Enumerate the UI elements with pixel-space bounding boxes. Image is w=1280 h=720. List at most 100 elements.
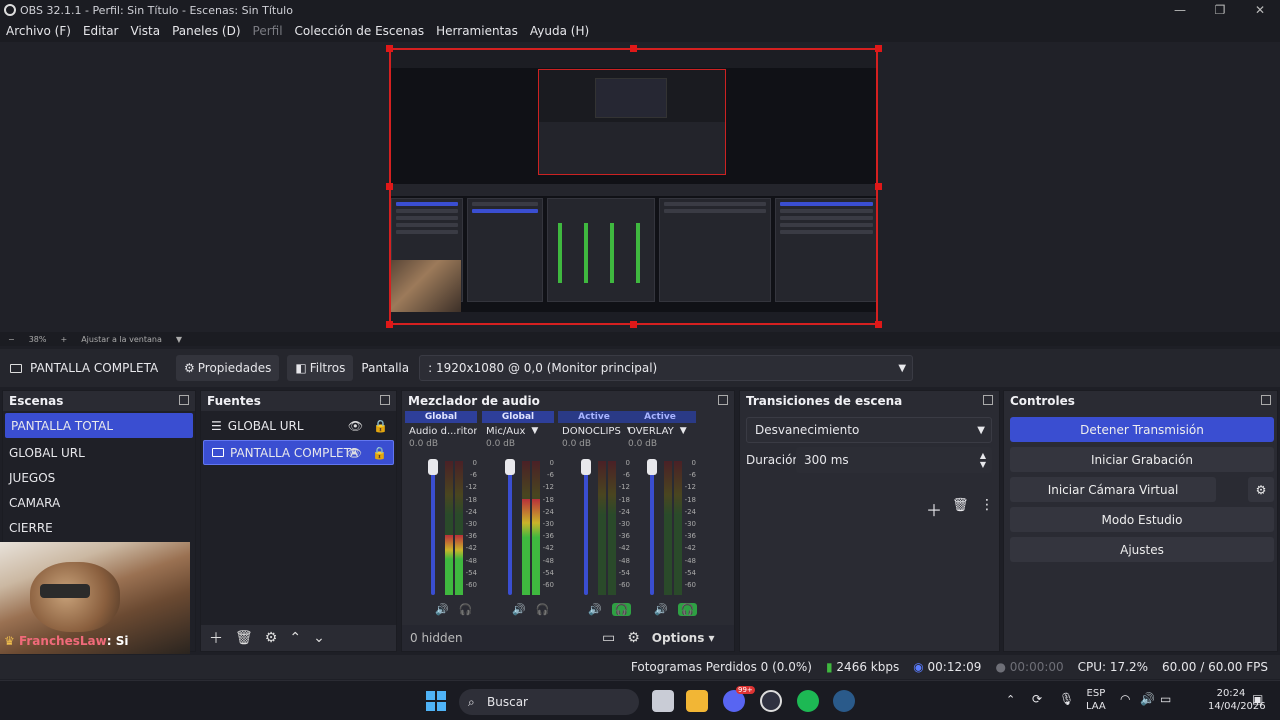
- volume-fader-knob[interactable]: [428, 459, 438, 475]
- scene-item[interactable]: CIERRE: [3, 515, 195, 540]
- volume-fader-knob[interactable]: [581, 459, 591, 475]
- task-view-icon[interactable]: [652, 690, 674, 712]
- resize-handle-b[interactable]: [630, 321, 637, 328]
- undock-icon[interactable]: [1261, 395, 1271, 405]
- menu-herramientas[interactable]: Herramientas: [436, 24, 518, 38]
- speaker-icon[interactable]: 🔊: [512, 603, 526, 616]
- chevron-down-icon[interactable]: ▼: [176, 335, 182, 344]
- start-virtual-camera-button[interactable]: Iniciar Cámara Virtual: [1010, 477, 1216, 502]
- zoom-fit-select[interactable]: Ajustar a la ventana: [81, 335, 162, 344]
- stop-streaming-button[interactable]: Detener Transmisión: [1010, 417, 1274, 442]
- scene-item[interactable]: JUEGOS: [3, 465, 195, 490]
- file-explorer-icon[interactable]: [686, 690, 708, 712]
- preview-canvas[interactable]: [389, 48, 878, 325]
- advanced-audio-icon[interactable]: ⚙: [627, 630, 640, 646]
- volume-fader-knob[interactable]: [647, 459, 657, 475]
- undock-icon[interactable]: [380, 395, 390, 405]
- menu-perfil[interactable]: Perfil: [253, 24, 283, 38]
- zoom-in-button[interactable]: +: [60, 335, 67, 344]
- eye-icon[interactable]: 👁: [348, 419, 363, 433]
- lock-icon[interactable]: 🔒: [372, 446, 387, 460]
- more-options-icon[interactable]: ⋮: [980, 497, 994, 513]
- tray-chevron-icon[interactable]: ⌃: [1006, 693, 1015, 706]
- eye-icon[interactable]: 👁: [347, 446, 362, 460]
- volume-fader-knob[interactable]: [505, 459, 515, 475]
- speaker-icon[interactable]: 🔊: [435, 603, 449, 616]
- scene-item[interactable]: CAMARA: [3, 490, 195, 515]
- trash-icon[interactable]: 🗑: [952, 498, 969, 513]
- volume-fader-track[interactable]: [584, 463, 588, 595]
- sync-icon[interactable]: ⟳: [1032, 692, 1042, 706]
- channel-name[interactable]: Mic/Aux ▼: [482, 423, 554, 439]
- resize-handle-tl[interactable]: [386, 45, 393, 52]
- channel-name[interactable]: OVERLAY ▼: [624, 423, 696, 439]
- obs-taskbar-icon[interactable]: [760, 690, 782, 712]
- transition-select[interactable]: Desvanecimiento ▼: [746, 417, 992, 443]
- headphones-monitor-icon[interactable]: 🎧: [459, 603, 473, 616]
- wifi-icon[interactable]: ◠: [1120, 692, 1130, 706]
- resize-handle-t[interactable]: [630, 45, 637, 52]
- windows-start-icon[interactable]: [426, 691, 446, 711]
- resize-handle-r[interactable]: [875, 183, 882, 190]
- gear-icon[interactable]: ⚙: [265, 630, 278, 646]
- undock-icon[interactable]: [983, 395, 993, 405]
- menu-vista[interactable]: Vista: [130, 24, 160, 38]
- move-up-icon[interactable]: ⌃: [289, 630, 301, 646]
- settings-button[interactable]: Ajustes: [1010, 537, 1274, 562]
- close-icon[interactable]: ✕: [1240, 0, 1280, 20]
- resize-handle-br[interactable]: [875, 321, 882, 328]
- steam-icon[interactable]: [833, 690, 855, 712]
- properties-button[interactable]: ⚙ Propiedades: [176, 355, 280, 381]
- filters-button[interactable]: ◧ Filtros: [287, 355, 354, 381]
- layout-icon[interactable]: ▭: [602, 630, 615, 646]
- resize-handle-bl[interactable]: [386, 321, 393, 328]
- scene-item[interactable]: PANTALLA TOTAL: [5, 413, 193, 438]
- volume-fader-track[interactable]: [650, 463, 654, 595]
- scene-item[interactable]: GLOBAL URL: [3, 440, 195, 465]
- language-indicator[interactable]: ESP LAA: [1086, 687, 1106, 713]
- channel-name[interactable]: DONOCLIPS▼: [558, 423, 630, 439]
- volume-fader-track[interactable]: [508, 463, 512, 595]
- taskbar-search[interactable]: ⌕ Buscar: [459, 689, 639, 715]
- virtual-camera-settings-button[interactable]: ⚙: [1248, 477, 1274, 502]
- spin-arrows-icon[interactable]: ▲ ▼: [980, 451, 986, 469]
- volume-fader-track[interactable]: [431, 463, 435, 595]
- speaker-icon[interactable]: 🔊: [654, 603, 668, 616]
- notification-icon[interactable]: ▣: [1252, 692, 1263, 706]
- headphones-monitor-icon[interactable]: 🎧: [536, 603, 550, 616]
- volume-icon[interactable]: 🔊: [1140, 692, 1155, 706]
- spotify-icon[interactable]: [797, 690, 819, 712]
- speaker-icon[interactable]: 🔊: [588, 603, 602, 616]
- menu-coleccion-escenas[interactable]: Colección de Escenas: [295, 24, 425, 38]
- minimize-icon[interactable]: —: [1160, 0, 1200, 20]
- clock[interactable]: 20:24 14/04/2026: [1208, 687, 1266, 713]
- undock-icon[interactable]: [718, 395, 728, 405]
- trash-icon[interactable]: 🗑: [235, 630, 253, 646]
- menu-paneles[interactable]: Paneles (D): [172, 24, 240, 38]
- channel-name[interactable]: Audio d...ritorio▼: [405, 423, 477, 439]
- maximize-icon[interactable]: ❐: [1200, 0, 1240, 20]
- menu-ayuda[interactable]: Ayuda (H): [530, 24, 589, 38]
- lock-icon[interactable]: 🔒: [373, 419, 388, 433]
- source-item[interactable]: ☰ GLOBAL URL 👁 🔒: [203, 413, 394, 438]
- mixer-options-button[interactable]: Options ▾: [652, 631, 715, 645]
- menu-archivo[interactable]: Archivo (F): [6, 24, 71, 38]
- undock-icon[interactable]: [179, 395, 189, 405]
- battery-icon[interactable]: ▭: [1160, 692, 1171, 706]
- preview-area[interactable]: [0, 42, 1280, 332]
- source-item[interactable]: PANTALLA COMPLETA 👁 🔒: [203, 440, 394, 465]
- move-down-icon[interactable]: ⌄: [313, 630, 325, 646]
- add-transition-icon[interactable]: ＋: [926, 497, 942, 521]
- menu-editar[interactable]: Editar: [83, 24, 119, 38]
- microphone-icon[interactable]: 🎙: [1059, 692, 1074, 706]
- zoom-out-button[interactable]: −: [8, 335, 15, 344]
- headphones-monitor-icon[interactable]: 🎧: [677, 603, 698, 616]
- add-icon[interactable]: ＋: [209, 628, 223, 648]
- resize-handle-tr[interactable]: [875, 45, 882, 52]
- duration-spinbox[interactable]: 300 ms ▲ ▼: [796, 447, 992, 473]
- display-select[interactable]: : 1920x1080 @ 0,0 (Monitor principal) ▼: [419, 355, 914, 381]
- studio-mode-button[interactable]: Modo Estudio: [1010, 507, 1274, 532]
- start-recording-button[interactable]: Iniciar Grabación: [1010, 447, 1274, 472]
- resize-handle-l[interactable]: [386, 183, 393, 190]
- db-tick: -48: [542, 556, 554, 565]
